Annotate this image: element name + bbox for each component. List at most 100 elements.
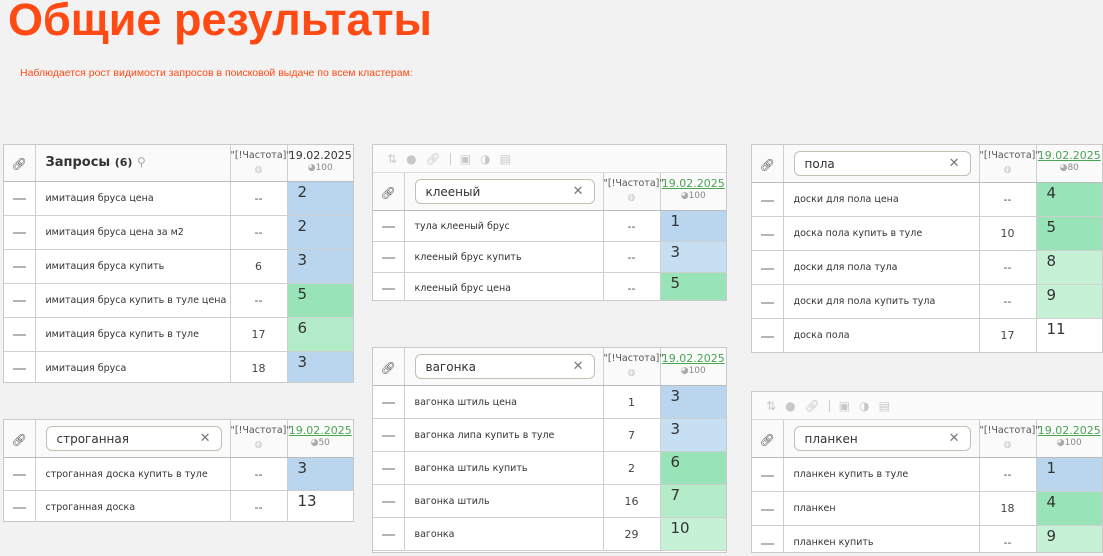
row-handle[interactable]	[4, 351, 36, 382]
table-row[interactable]: вагонка липа купить в туле 7 3	[373, 418, 726, 452]
date-header[interactable]: 19.02.2025 ◕100	[660, 348, 726, 386]
table-row[interactable]: доски для пола купить тула -- 9	[752, 284, 1102, 319]
row-handle[interactable]	[752, 491, 784, 526]
row-handle[interactable]	[752, 284, 784, 319]
table-row[interactable]: вагонка штиль купить 2 6	[373, 451, 726, 485]
row-handle[interactable]	[752, 182, 784, 217]
toggle-icon[interactable]: ●	[785, 399, 795, 413]
table-row[interactable]: имитация бруса цена -- 2	[4, 181, 353, 216]
table-row[interactable]: доски для пола тула -- 8	[752, 250, 1102, 285]
query-cell: доски для пола цена	[783, 182, 980, 217]
link-header[interactable]: 🔗︎	[4, 420, 36, 458]
link-header[interactable]: 🔗︎	[373, 173, 405, 211]
date-link[interactable]: 19.02.2025	[1037, 420, 1103, 437]
table-row[interactable]: доска пола 17 11	[752, 318, 1102, 352]
sort-icon[interactable]: ⇅	[766, 399, 776, 413]
table-row[interactable]: доски для пола цена -- 4	[752, 182, 1102, 217]
clear-icon[interactable]: ✕	[200, 431, 211, 446]
clear-icon[interactable]: ✕	[949, 156, 960, 171]
table-row[interactable]: вагонка штиль цена 1 3	[373, 385, 726, 419]
row-handle[interactable]	[4, 215, 36, 250]
frequency-header[interactable]: "[!Частота]" ◍	[979, 420, 1040, 458]
table-row[interactable]: планкен купить -- 9	[752, 525, 1102, 552]
date-link[interactable]: 19.02.2025	[288, 420, 354, 437]
clear-icon[interactable]: ✕	[949, 431, 960, 446]
date-header[interactable]: 19.02.2025 ◕50	[287, 420, 353, 458]
table-row[interactable]: строганная доска -- 13	[4, 490, 353, 521]
row-handle[interactable]	[373, 241, 405, 273]
image-icon[interactable]: ▣	[460, 152, 471, 166]
table-row[interactable]: вагонка штиль 16 7	[373, 484, 726, 518]
dash-icon	[12, 266, 26, 268]
clear-icon[interactable]: ✕	[573, 184, 584, 199]
date-link[interactable]: 19.02.2025	[1037, 145, 1103, 162]
search-icon[interactable]: ⚲	[137, 155, 146, 169]
frequency-header[interactable]: "[!Частота]" ◍	[603, 348, 664, 386]
row-handle[interactable]	[373, 517, 405, 551]
table-row[interactable]: планкен купить в туле -- 1	[752, 457, 1102, 492]
filter-input[interactable]: клееный ✕	[414, 179, 595, 204]
link-icon[interactable]: 🔗︎	[426, 152, 441, 166]
date-header[interactable]: 19.02.2025 ◕100	[660, 173, 726, 211]
row-handle[interactable]	[752, 318, 784, 352]
link-icon[interactable]: 🔗︎	[805, 399, 820, 413]
table-row[interactable]: доска пола купить в туле 10 5	[752, 216, 1102, 251]
row-handle[interactable]	[373, 418, 405, 452]
date-header[interactable]: 19.02.2025 ◕100	[1036, 420, 1102, 458]
table-row[interactable]: клееный брус купить -- 3	[373, 241, 726, 273]
frequency-header[interactable]: "[!Частота]" ◍	[230, 145, 291, 182]
export-icon[interactable]: ▤	[879, 399, 890, 413]
date-link[interactable]: 19.02.2025	[661, 348, 727, 365]
image-icon[interactable]: ▣	[839, 399, 850, 413]
frequency-header[interactable]: "[!Частота]" ◍	[979, 145, 1040, 183]
filter-input[interactable]: пола ✕	[793, 151, 971, 176]
row-handle[interactable]	[4, 490, 36, 521]
row-handle[interactable]	[373, 272, 405, 300]
queries-title: Запросы	[45, 155, 111, 171]
row-handle[interactable]	[4, 317, 36, 352]
row-handle[interactable]	[373, 451, 405, 485]
row-handle[interactable]	[373, 484, 405, 518]
row-handle[interactable]	[752, 250, 784, 285]
position-cell: 3	[287, 351, 353, 382]
row-handle[interactable]	[752, 457, 784, 492]
date-header[interactable]: 19.02.2025 ◕100	[287, 145, 353, 182]
contrast-icon[interactable]: ◑	[859, 399, 869, 413]
date-link[interactable]: 19.02.2025	[661, 173, 727, 190]
table-row[interactable]: вагонка 29 10	[373, 517, 726, 551]
table-row[interactable]: клееный брус цена -- 5	[373, 272, 726, 300]
link-header[interactable]: 🔗︎	[752, 145, 784, 183]
link-header[interactable]: 🔗︎	[4, 145, 36, 182]
table-row[interactable]: планкен 18 4	[752, 491, 1102, 526]
row-handle[interactable]	[4, 249, 36, 284]
link-header[interactable]: 🔗︎	[752, 420, 784, 458]
sort-icon[interactable]: ⇅	[387, 152, 397, 166]
table-row[interactable]: имитация бруса 18 3	[4, 351, 353, 382]
link-header[interactable]: 🔗︎	[373, 348, 405, 386]
table-row[interactable]: имитация бруса купить 6 3	[4, 249, 353, 284]
row-handle[interactable]	[4, 283, 36, 318]
row-handle[interactable]	[373, 210, 405, 242]
export-icon[interactable]: ▤	[500, 152, 511, 166]
filter-input[interactable]: строганная ✕	[45, 426, 222, 451]
table-row[interactable]: строганная доска купить в туле -- 3	[4, 457, 353, 491]
filter-input[interactable]: вагонка ✕	[414, 354, 595, 379]
row-handle[interactable]	[752, 216, 784, 251]
row-handle[interactable]	[373, 385, 405, 419]
table-row[interactable]: имитация бруса купить в туле цена -- 5	[4, 283, 353, 318]
page-title: Общие результаты	[8, 0, 432, 45]
row-handle[interactable]	[4, 181, 36, 216]
table-row[interactable]: тула клееный брус -- 1	[373, 210, 726, 242]
row-handle[interactable]	[4, 457, 36, 491]
clear-icon[interactable]: ✕	[573, 359, 584, 374]
date-header[interactable]: 19.02.2025 ◕80	[1036, 145, 1102, 183]
table-row[interactable]: имитация бруса купить в туле 17 6	[4, 317, 353, 352]
toggle-icon[interactable]: ●	[406, 152, 416, 166]
frequency-header[interactable]: "[!Частота]" ◍	[230, 420, 291, 458]
table-row[interactable]: имитация бруса цена за м2 -- 2	[4, 215, 353, 250]
row-handle[interactable]	[752, 525, 784, 552]
contrast-icon[interactable]: ◑	[480, 152, 490, 166]
filter-input[interactable]: планкен ✕	[793, 426, 971, 451]
dash-icon	[12, 507, 26, 509]
frequency-header[interactable]: "[!Частота]" ◍	[603, 173, 664, 211]
